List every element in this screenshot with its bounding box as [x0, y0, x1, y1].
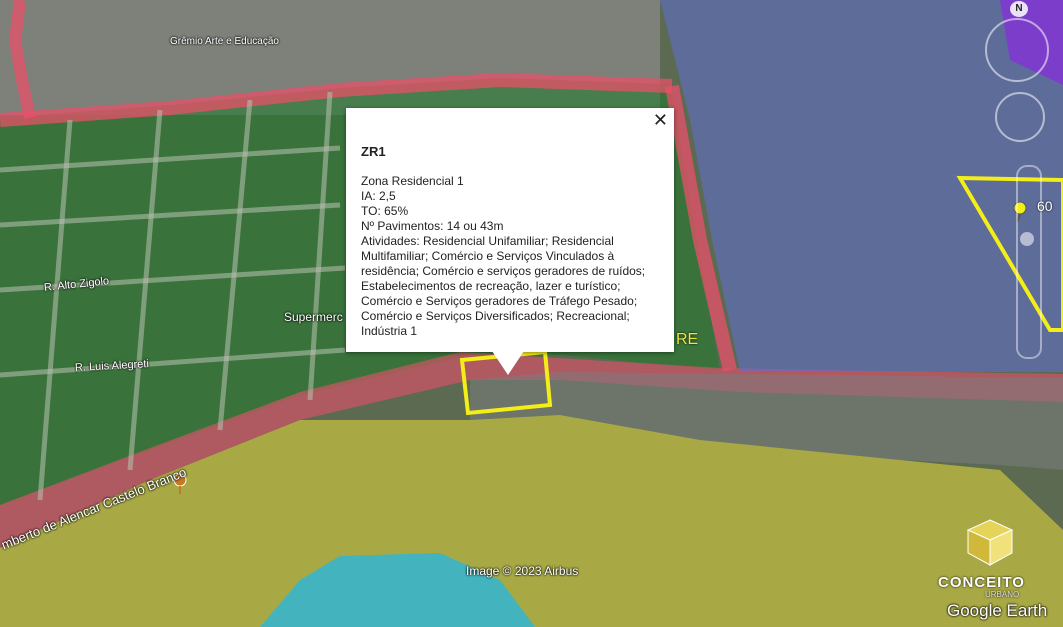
move-control-ring[interactable]	[995, 92, 1045, 142]
poi-label-top: Grêmio Arte e Educação	[170, 36, 279, 47]
popup-to: TO: 65%	[361, 204, 409, 218]
zoom-slider[interactable]	[1016, 165, 1042, 359]
popup-activities: Atividades: Residencial Unifamiliar; Res…	[361, 234, 646, 338]
google-earth-logo: Google Earth	[947, 601, 1048, 620]
popup-zone-name: Zona Residencial 1	[361, 174, 464, 188]
compass-north-icon[interactable]: N	[1010, 1, 1028, 17]
close-icon[interactable]: ✕	[653, 112, 668, 130]
zone-info-popup: ✕ ZR1 Zona Residencial 1 IA: 2,5 TO: 65%…	[346, 108, 674, 352]
brand-subtitle: URBANO	[985, 590, 1020, 599]
popup-ia: IA: 2,5	[361, 189, 396, 203]
brand-name: CONCEITO	[938, 574, 1025, 591]
zoom-slider-handle[interactable]	[1020, 232, 1034, 246]
image-credit: Image © 2023 Airbus	[466, 564, 579, 578]
popup-title: ZR1	[361, 144, 386, 159]
popup-floors: Nº Pavimentos: 14 ou 43m	[361, 219, 504, 233]
zone-label-right: 60	[1037, 198, 1053, 214]
popup-tail	[492, 351, 524, 375]
look-control-ring[interactable]	[985, 18, 1049, 82]
zone-label-re: RE	[676, 331, 699, 348]
poi-label-supermercado: Supermerc	[284, 310, 343, 324]
